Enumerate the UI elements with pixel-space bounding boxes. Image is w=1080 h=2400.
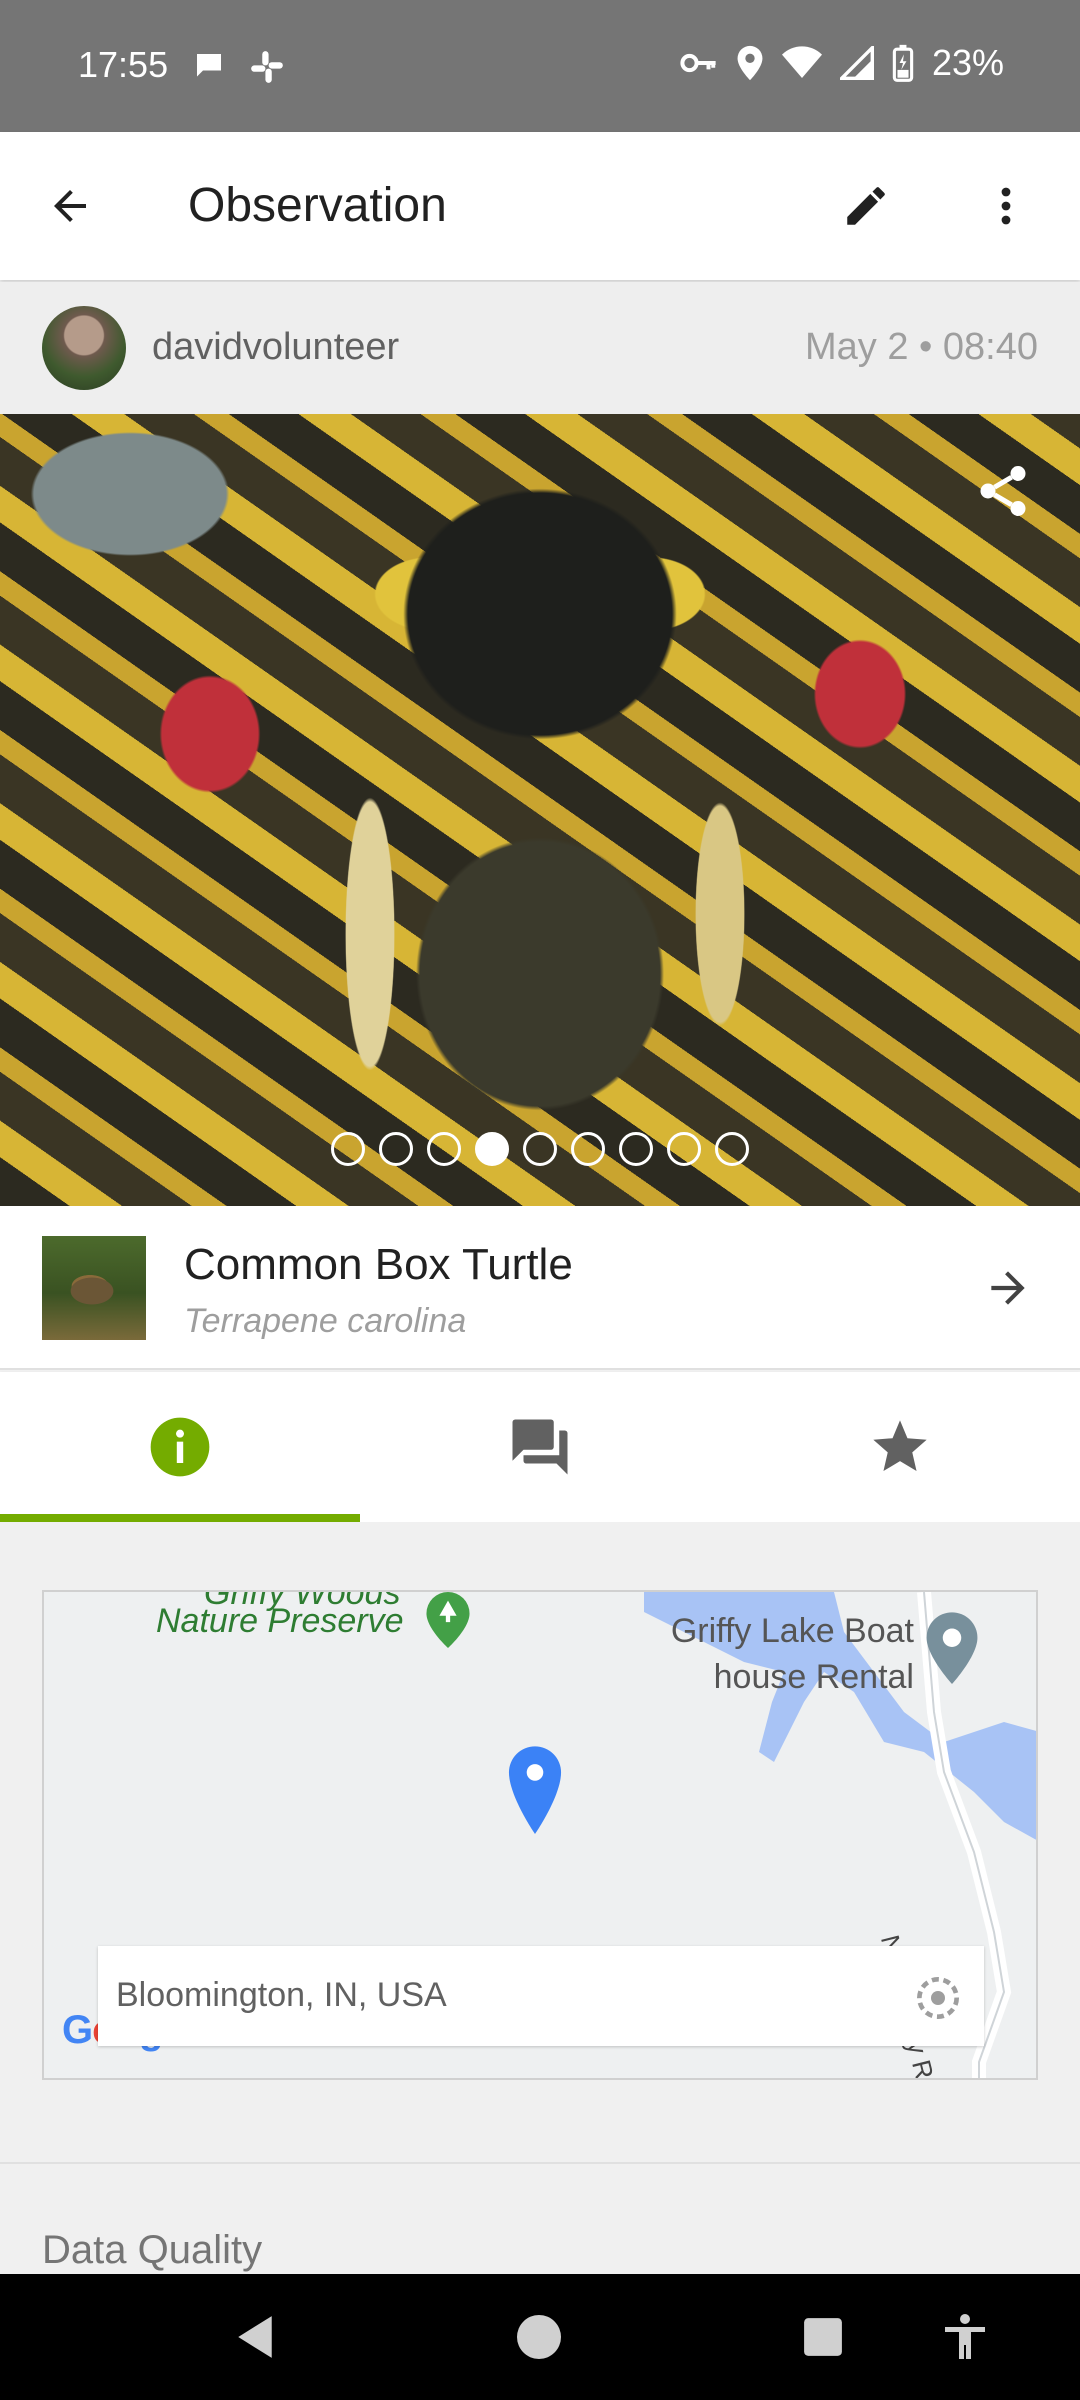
pager-dot[interactable] [667,1132,701,1166]
arrow-back-icon [54,190,86,222]
taxon-details-button[interactable] [978,1258,1038,1318]
locate-button[interactable] [910,1970,966,2026]
nav-home-button[interactable] [506,2304,572,2370]
star-icon [873,1420,927,1471]
taxon-common-name: Common Box Turtle [184,1240,573,1289]
edit-button[interactable] [836,176,896,236]
gps-target-icon [917,1977,959,2019]
nav-back-icon [238,2316,272,2358]
signal-icon [839,46,874,80]
photo-pager-dots [0,1132,1080,1166]
more-options-button[interactable] [976,176,1036,236]
app-bar: Observation [0,132,1080,280]
more-vert-icon [1001,187,1011,225]
pager-dot[interactable] [619,1132,653,1166]
location-map[interactable]: Griffy Woods Nature Preserve Griffy Lake… [42,1590,1038,2080]
info-content: Griffy Woods Nature Preserve Griffy Lake… [0,1522,1080,2274]
map-label-boathouse: Griffy Lake Boat house Rental [670,1612,914,1696]
location-icon [736,44,764,82]
wifi-icon [781,46,822,80]
avatar[interactable] [42,306,126,390]
status-time: 17:55 [78,44,169,85]
tab-bar [0,1372,1080,1522]
tab-info[interactable] [0,1372,360,1522]
share-button[interactable] [968,456,1038,526]
pencil-icon [847,187,885,225]
map-label-park: Nature Preserve [156,1602,404,1640]
battery-icon [892,44,914,82]
pager-dot[interactable] [331,1132,365,1166]
pager-dot[interactable] [379,1132,413,1166]
vpn-key-icon [680,49,718,77]
nav-recents-button[interactable] [790,2304,856,2370]
pager-dot[interactable] [427,1132,461,1166]
share-icon [980,466,1026,516]
chat-icon [190,48,228,91]
comments-icon [512,1419,568,1475]
status-bar: 17:55 23% [0,0,1080,132]
info-icon [150,1417,210,1477]
observer-row[interactable]: davidvolunteer May 2 • 08:40 [0,282,1080,414]
accessibility-button[interactable] [932,2304,998,2370]
data-quality-title: Data Quality [42,2228,263,2272]
tab-favorites[interactable] [720,1372,1080,1522]
taxon-row[interactable]: Common Box Turtle Terrapene carolina [0,1206,1080,1370]
park-marker-icon [422,1592,474,1653]
nav-home-icon [517,2315,561,2359]
tab-activity[interactable] [360,1372,720,1522]
pager-dot-active[interactable] [475,1132,509,1166]
pager-dot[interactable] [571,1132,605,1166]
nav-recents-icon [804,2318,842,2356]
battery-percent: 23% [931,42,1004,83]
page-title: Observation [188,179,447,232]
taxon-thumbnail [42,1236,146,1340]
observation-date: May 2 • 08:40 [805,326,1038,368]
pager-dot[interactable] [523,1132,557,1166]
username[interactable]: davidvolunteer [152,326,399,369]
taxon-scientific-name: Terrapene carolina [184,1302,467,1340]
location-text: Bloomington, IN, USA [116,1976,447,2014]
section-divider [0,2162,1080,2164]
slack-icon [248,48,286,91]
arrow-forward-icon [991,1271,1025,1305]
back-button[interactable] [40,176,100,236]
map-pin-icon [506,1744,564,1839]
pager-dot[interactable] [715,1132,749,1166]
nav-back-button[interactable] [222,2304,288,2370]
boathouse-marker-icon [924,1610,980,1689]
location-label-box[interactable]: Bloomington, IN, USA [98,1946,984,2046]
observation-photo[interactable] [0,414,1080,1206]
system-nav-bar [0,2274,1080,2400]
accessibility-icon [945,2314,985,2359]
